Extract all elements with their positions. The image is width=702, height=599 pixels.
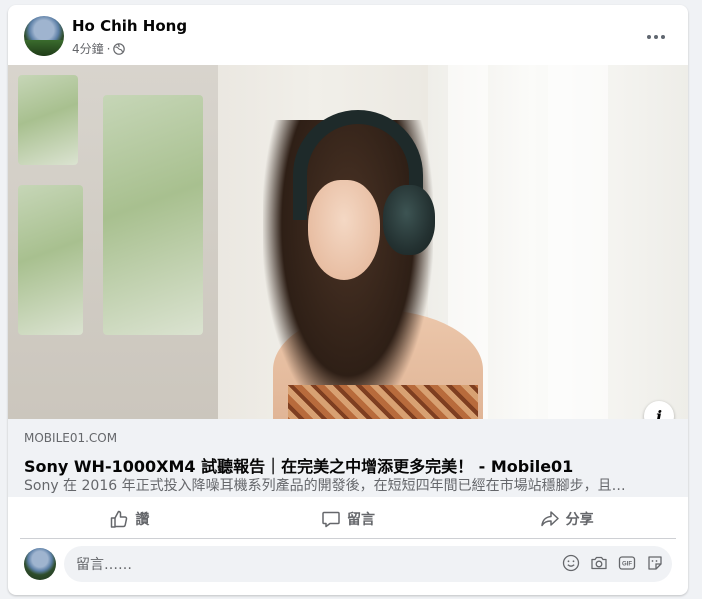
comment-composer: 留言…… GIF [8, 546, 688, 588]
link-preview-image[interactable]: i [8, 65, 688, 419]
photo-window-frame [8, 65, 218, 419]
like-label: 讚 [135, 512, 150, 528]
comment-placeholder: 留言…… [76, 557, 132, 573]
emoji-icon[interactable] [562, 554, 580, 572]
camera-icon[interactable] [590, 554, 608, 572]
share-icon [540, 511, 559, 527]
share-label: 分享 [565, 512, 594, 528]
post-header: Ho Chih Hong 4分鐘 · [8, 5, 688, 65]
comment-tools: GIF [562, 554, 664, 572]
link-preview[interactable]: MOBILE01.COM Sony WH-1000XM4 試聽報告｜在完美之中增… [8, 419, 688, 497]
share-button[interactable]: 分享 [457, 501, 676, 537]
post-meta: 4分鐘 · [72, 40, 126, 57]
sticker-icon[interactable] [646, 554, 664, 572]
user-avatar[interactable] [24, 548, 56, 580]
more-options-button[interactable] [638, 19, 674, 55]
gif-icon[interactable]: GIF [618, 554, 636, 572]
author-avatar[interactable] [24, 16, 64, 56]
like-button[interactable]: 讚 [20, 501, 239, 537]
more-horizontal-icon [647, 35, 665, 39]
globe-icon[interactable] [113, 42, 126, 55]
link-domain: MOBILE01.COM [24, 431, 118, 445]
link-description: Sony 在 2016 年正式投入降噪耳機系列產品的開發後，在短短四年間已經在市… [24, 478, 626, 494]
comment-label: 留言 [347, 512, 375, 528]
post-time[interactable]: 4分鐘 [72, 40, 104, 57]
time-separator: · [106, 41, 111, 56]
comment-input[interactable]: 留言…… GIF [64, 546, 672, 582]
author-name[interactable]: Ho Chih Hong [72, 17, 187, 35]
post-card: Ho Chih Hong 4分鐘 · i MOBILE01.COM Sony W… [8, 5, 688, 595]
svg-text:GIF: GIF [622, 562, 632, 568]
comment-icon [322, 511, 340, 528]
post-actions: 讚 留言 分享 [20, 501, 676, 539]
thumbs-up-icon [111, 510, 128, 528]
comment-button[interactable]: 留言 [239, 501, 458, 537]
link-title[interactable]: Sony WH-1000XM4 試聽報告｜在完美之中增添更多完美！ - Mobi… [24, 453, 573, 477]
